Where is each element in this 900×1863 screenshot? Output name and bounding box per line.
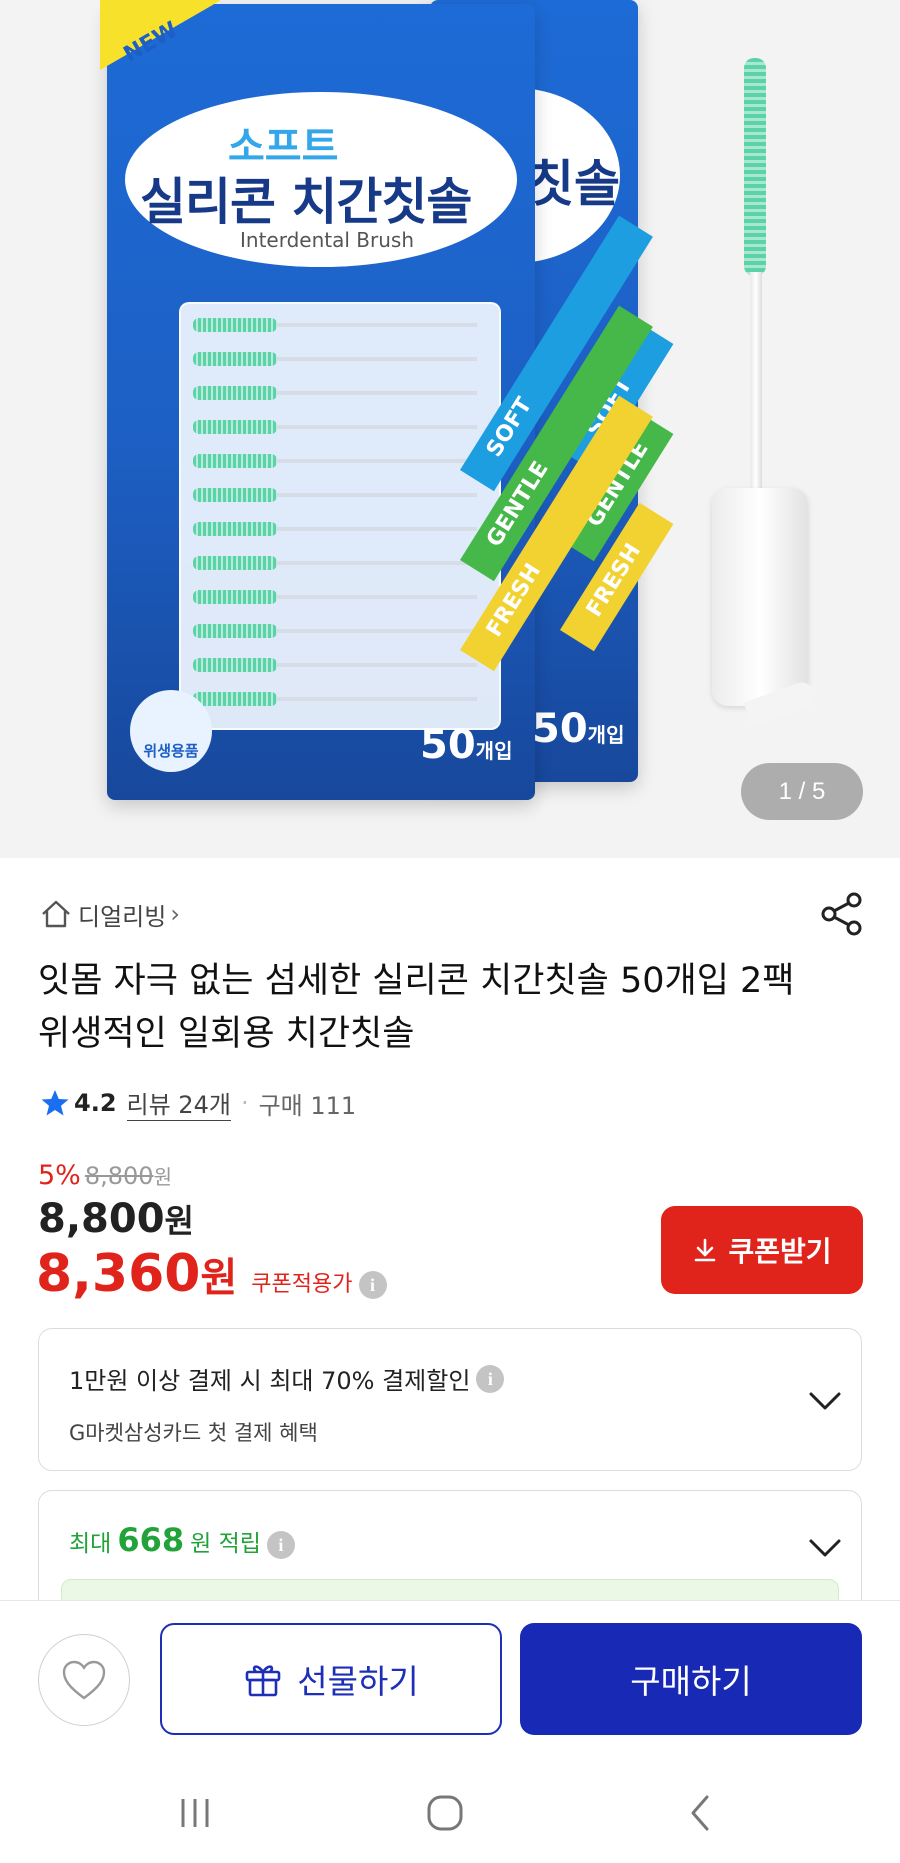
- buy-button[interactable]: 구매하기: [520, 1623, 862, 1735]
- original-price: 8,800: [84, 1162, 154, 1190]
- wishlist-button[interactable]: [38, 1634, 130, 1726]
- gift-icon: [245, 1665, 281, 1697]
- buy-button-label: 구매하기: [630, 1662, 752, 1701]
- info-icon[interactable]: i: [476, 1364, 505, 1393]
- hygiene-badge: 위생용품: [130, 690, 212, 772]
- image-page-indicator: 1 / 5: [741, 763, 863, 820]
- store-chevron-icon: ›: [170, 900, 180, 928]
- package-tray: [179, 302, 501, 730]
- discount-row: 5% 8,800 원: [38, 1160, 172, 1191]
- heart-icon: [62, 1660, 106, 1700]
- separator-dot: ·: [240, 1089, 249, 1117]
- nav-back-icon: [691, 1795, 709, 1831]
- package-subtitle: Interdental Brush: [240, 228, 414, 252]
- recent-apps-button[interactable]: [165, 1788, 225, 1838]
- get-coupon-label: 쿠폰받기: [728, 1235, 832, 1268]
- product-title: 잇몸 자극 없는 섬세한 실리콘 치간칫솔 50개입 2팩 위생적인 일회용 치…: [38, 961, 795, 1054]
- review-link[interactable]: 리뷰 24개: [126, 1085, 231, 1121]
- purchase-count: 구매 111: [258, 1091, 357, 1120]
- package-back-name: 칫솔: [528, 155, 620, 213]
- coupon-price-row: 8,360원 쿠폰적용가 i: [36, 1244, 387, 1304]
- download-icon: [695, 1238, 716, 1262]
- chevron-down-icon[interactable]: [807, 1390, 843, 1412]
- rating-value: 4.2: [74, 1089, 117, 1117]
- points-title: 최대 668 원 적립 i: [69, 1521, 295, 1559]
- rating-row: 4.2 리뷰 24개 · 구매 111: [40, 1085, 356, 1121]
- home-icon: [42, 900, 70, 928]
- info-icon[interactable]: i: [358, 1271, 387, 1299]
- sale-price: 8,800원: [38, 1196, 194, 1242]
- coupon-price: 8,360원: [36, 1244, 238, 1304]
- gift-button-label: 선물하기: [297, 1662, 419, 1701]
- original-price-unit: 원: [153, 1165, 172, 1189]
- store-name: 디얼리빙: [78, 902, 167, 931]
- payment-benefit-title: 1만원 이상 결제 시 최대 70% 결제할인 i: [69, 1361, 505, 1396]
- system-navigation-bar: [0, 1762, 900, 1863]
- payment-benefit-subtitle: G마켓삼성카드 첫 결제 혜택: [69, 1421, 318, 1445]
- share-icon[interactable]: [820, 892, 864, 936]
- nav-home-button[interactable]: [415, 1788, 475, 1838]
- get-coupon-button[interactable]: 쿠폰받기: [661, 1206, 863, 1294]
- info-icon[interactable]: i: [266, 1531, 295, 1559]
- nav-home-icon: [427, 1795, 463, 1831]
- discount-rate: 5%: [38, 1160, 81, 1191]
- package-product-name: 실리콘 치간칫솔: [140, 173, 472, 231]
- nav-back-button[interactable]: [670, 1788, 730, 1838]
- recent-apps-icon: [181, 1799, 209, 1827]
- chevron-down-icon[interactable]: [807, 1537, 843, 1559]
- coupon-applicable-label: 쿠폰적용가: [251, 1272, 353, 1297]
- bottom-action-bar: 선물하기 구매하기: [0, 1600, 900, 1762]
- star-icon: [41, 1090, 69, 1116]
- payment-benefit-card[interactable]: 1만원 이상 결제 시 최대 70% 결제할인 i G마켓삼성카드 첫 결제 혜…: [38, 1328, 862, 1471]
- gift-button[interactable]: 선물하기: [160, 1623, 502, 1735]
- product-image-gallery[interactable]: 칫솔 SOFT GENTLE FRESH 50개입 NEW 소프트 실리콘 치간…: [0, 0, 900, 858]
- package-count: 50개입: [420, 722, 513, 768]
- package-back-count: 50개입: [532, 706, 625, 752]
- store-link[interactable]: 디얼리빙 ›: [40, 898, 180, 931]
